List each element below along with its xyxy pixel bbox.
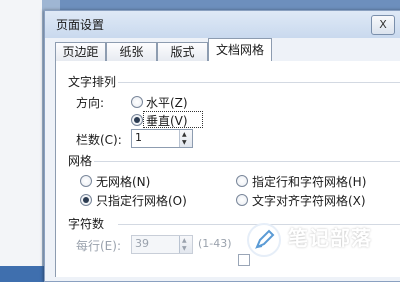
horizontal-label[interactable]: 水平(Z)	[146, 94, 188, 111]
horizontal-radio[interactable]	[131, 96, 143, 108]
per-line-range: (1-43)	[198, 237, 232, 250]
per-line-stepper[interactable]: 39 ▲ ▼	[131, 235, 193, 254]
pen-icon	[247, 223, 281, 257]
watermark-brand: 笔记部落	[288, 226, 372, 250]
columns-stepper[interactable]: 1 ▲ ▼	[131, 129, 193, 148]
watermark: 笔记部落 www.notetribe.com	[244, 220, 400, 266]
no-grid-label[interactable]: 无网格(N)	[96, 173, 150, 190]
tab-paper[interactable]: 纸张	[106, 42, 157, 61]
tab-bar: 页边距 纸张 版式 文档网格	[55, 38, 400, 62]
per-line-value: 39	[135, 237, 149, 250]
arrow-up-icon[interactable]: ▲	[182, 132, 187, 138]
lines-and-chars-label[interactable]: 指定行和字符网格(H)	[252, 173, 366, 190]
dialog-title: 页面设置	[56, 18, 105, 32]
close-button[interactable]: X	[371, 15, 395, 35]
lines-only-radio[interactable]	[80, 194, 92, 206]
arrow-down-icon[interactable]: ▼	[182, 246, 187, 252]
vertical-radio[interactable]	[131, 114, 143, 126]
spin-arrows[interactable]: ▲ ▼	[179, 236, 192, 253]
text-direction-section-label: 文字排列	[68, 75, 117, 89]
title-bar: 页面设置 X	[45, 11, 400, 38]
columns-value: 1	[135, 131, 142, 144]
lines-and-chars-radio[interactable]	[236, 175, 248, 187]
tab-document-grid[interactable]: 文档网格	[208, 38, 272, 62]
no-grid-radio[interactable]	[80, 175, 92, 187]
arrow-up-icon[interactable]: ▲	[182, 238, 187, 244]
spin-arrows[interactable]: ▲ ▼	[179, 130, 192, 147]
watermark-url: www.notetribe.com	[290, 249, 378, 259]
per-line-label: 每行(E):	[76, 239, 121, 253]
characters-section-label: 字符数	[68, 217, 105, 231]
arrow-down-icon[interactable]: ▼	[182, 140, 187, 146]
section-divider	[94, 161, 400, 162]
tab-margins[interactable]: 页边距	[55, 42, 106, 61]
vertical-label[interactable]: 垂直(V)	[146, 112, 188, 129]
snap-to-chars-label[interactable]: 文字对齐字符网格(X)	[252, 192, 366, 209]
section-divider	[118, 82, 400, 83]
columns-label: 栏数(C):	[76, 133, 122, 147]
close-icon: X	[379, 18, 387, 31]
lines-only-label[interactable]: 只指定行网格(O)	[96, 192, 187, 209]
direction-label: 方向:	[76, 96, 105, 110]
snap-to-chars-radio[interactable]	[236, 194, 248, 206]
grid-section-label: 网格	[68, 154, 93, 168]
tab-layout[interactable]: 版式	[157, 42, 208, 61]
